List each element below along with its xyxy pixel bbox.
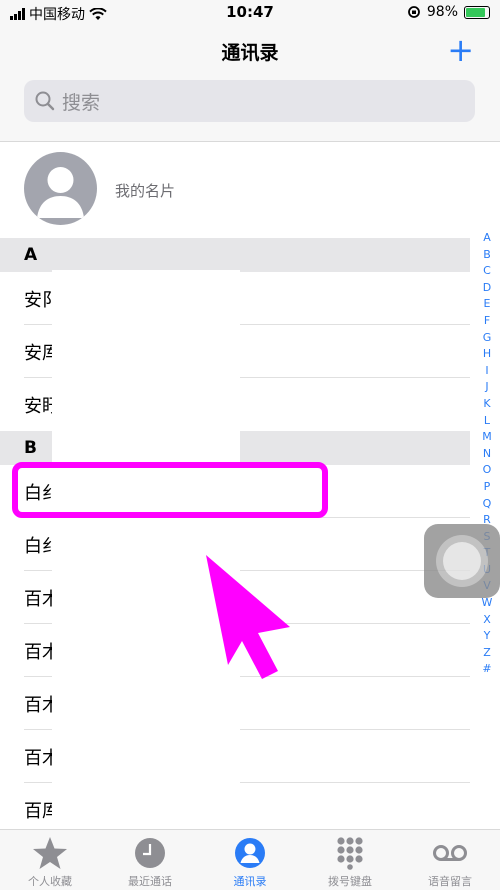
my-card-label: 我的名片 <box>115 182 176 200</box>
highlight-box <box>12 462 328 518</box>
tab-label: 个人收藏 <box>28 875 72 888</box>
nav-bar: 通讯录 + 搜索 <box>0 26 500 142</box>
person-icon <box>37 167 84 218</box>
alphabet-index[interactable]: ABCDEFGHIJKLMNOPQRSTUVWXYZ# <box>480 230 494 678</box>
orientation-lock-icon <box>407 6 420 18</box>
star-icon <box>33 837 67 869</box>
index-letter[interactable]: G <box>483 330 492 347</box>
index-letter[interactable]: D <box>483 280 491 297</box>
search-input[interactable]: 搜索 <box>24 80 475 122</box>
index-letter[interactable]: L <box>484 413 490 430</box>
index-letter[interactable]: Q <box>483 496 492 513</box>
index-letter[interactable]: E <box>484 296 491 313</box>
tab-keypad[interactable]: 拨号键盘 <box>300 830 400 890</box>
tab-recents[interactable]: 最近通话 <box>100 830 200 890</box>
index-letter[interactable]: B <box>483 247 491 264</box>
section-header-a: A <box>0 238 470 272</box>
index-letter[interactable]: X <box>483 612 491 629</box>
search-icon <box>35 91 55 111</box>
tab-voicemail[interactable]: 语音留言 <box>400 830 500 890</box>
add-contact-button[interactable]: + <box>447 32 474 68</box>
status-right: 98% <box>407 4 490 20</box>
index-letter[interactable]: # <box>482 661 491 678</box>
tab-contacts[interactable]: 通讯录 <box>200 830 300 890</box>
index-letter[interactable]: J <box>485 379 488 396</box>
index-letter[interactable]: F <box>484 313 490 330</box>
battery-percent: 98% <box>426 4 458 20</box>
person-circle-icon <box>235 838 265 868</box>
tab-label: 最近通话 <box>128 875 172 888</box>
page-title: 通讯录 <box>221 42 279 64</box>
index-letter[interactable]: C <box>483 263 491 280</box>
pointer-arrow-icon <box>206 555 290 679</box>
status-bar: 中国移动 10:47 98% <box>0 0 500 26</box>
index-letter[interactable]: P <box>484 479 491 496</box>
index-letter[interactable]: I <box>485 363 488 380</box>
tab-label: 通讯录 <box>233 875 267 888</box>
my-card-row[interactable]: 我的名片 <box>0 142 470 238</box>
voicemail-icon <box>433 845 467 861</box>
index-letter[interactable]: O <box>483 462 492 479</box>
index-letter[interactable]: M <box>482 429 492 446</box>
index-letter[interactable]: K <box>483 396 490 413</box>
index-letter[interactable]: Z <box>483 645 491 662</box>
tab-label: 语音留言 <box>428 875 472 888</box>
avatar <box>24 152 97 225</box>
tab-label: 拨号键盘 <box>328 875 372 888</box>
keypad-icon <box>337 837 363 870</box>
clock-icon <box>135 838 165 868</box>
tab-bar: 个人收藏 最近通话 通讯录 拨号键盘 语音留言 <box>0 829 500 890</box>
assistive-touch-button[interactable] <box>424 524 500 598</box>
index-letter[interactable]: Y <box>484 628 491 645</box>
index-letter[interactable]: A <box>483 230 491 247</box>
index-letter[interactable]: N <box>483 446 491 463</box>
tab-favorites[interactable]: 个人收藏 <box>0 830 100 890</box>
search-placeholder: 搜索 <box>62 91 101 114</box>
index-letter[interactable]: H <box>483 346 491 363</box>
battery-icon <box>464 5 490 19</box>
